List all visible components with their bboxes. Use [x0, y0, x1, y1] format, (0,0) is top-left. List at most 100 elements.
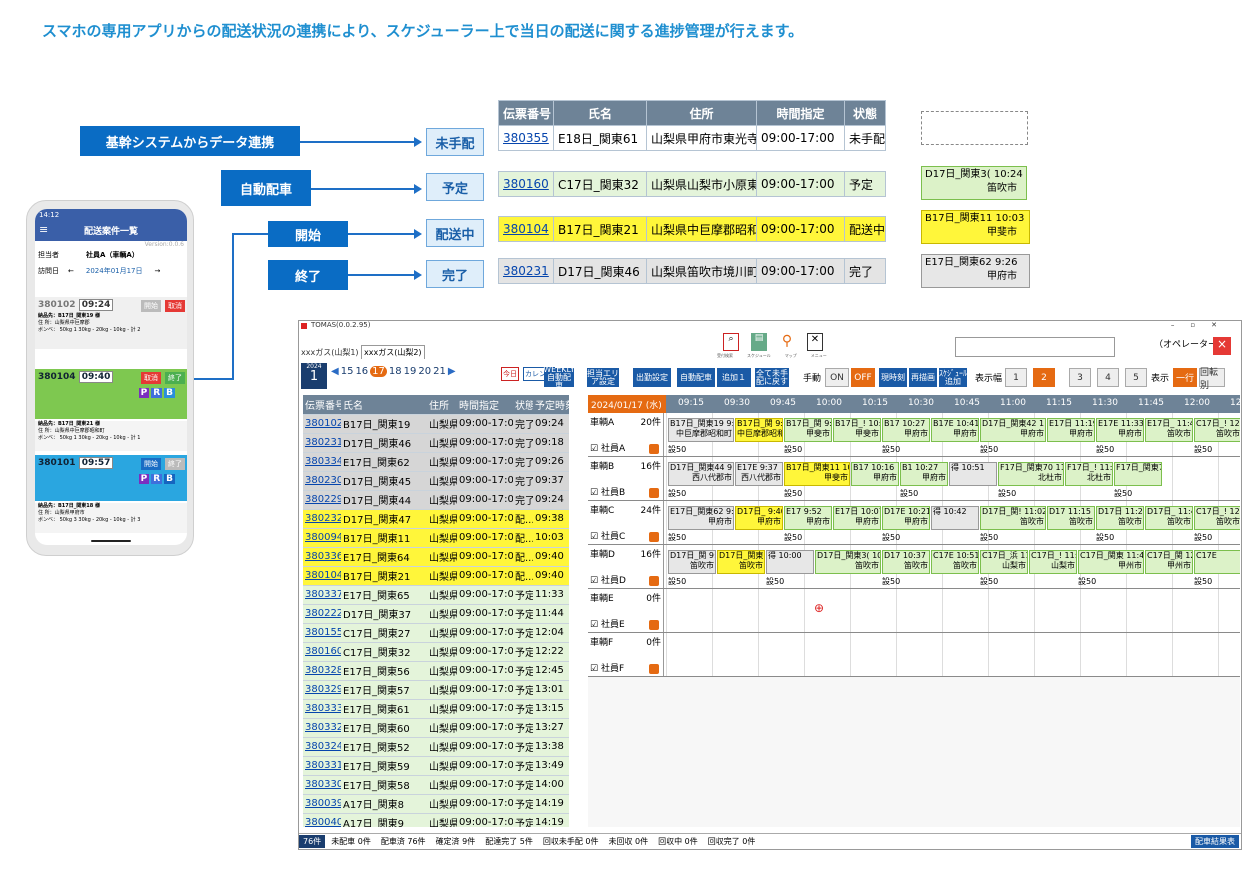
cell-slip[interactable]: 380230 — [303, 471, 341, 491]
cell-slip[interactable]: 380231 — [303, 433, 341, 453]
cell-slip[interactable]: 380331 — [303, 756, 341, 776]
cell-slip[interactable]: 380333 — [303, 699, 341, 719]
cancel-button[interactable]: 取消 — [165, 300, 185, 312]
cancel-button[interactable]: 取消 — [141, 372, 161, 384]
slip-link[interactable]: 380333 — [305, 703, 341, 714]
close-button[interactable]: × — [1213, 337, 1231, 355]
cell-slip[interactable]: 380337 — [303, 585, 341, 605]
schedule-block[interactable]: C17日_! 11:26山梨市 — [1029, 550, 1077, 574]
list-col[interactable]: 状態 — [513, 395, 533, 415]
slip-link[interactable]: 380328 — [305, 665, 341, 676]
search-input[interactable] — [955, 337, 1115, 357]
staff-checkbox[interactable]: ☑ 社員B — [590, 485, 625, 498]
table-row[interactable]: 380329E17日_関東57山梨県09:00-17:00予定13:01 — [303, 680, 569, 700]
table-row[interactable]: 380039A17日_関東8山梨県09:00-17:00予定14:19 — [303, 794, 569, 814]
schedule-block[interactable]: B17 10:16 甲府市 — [851, 462, 899, 486]
end-button[interactable]: 終了 — [165, 372, 185, 384]
schedule-block[interactable]: D17日_関! 11:02 笛吹市 — [980, 506, 1046, 530]
slip-link[interactable]: 380160 — [503, 177, 549, 191]
auto-dispatch-button[interactable]: 自動配車 — [677, 368, 715, 387]
schedule-block[interactable]: D17日 11:28 笛吹市 — [1096, 506, 1144, 530]
checkbox-icon[interactable]: ☑ — [590, 488, 601, 498]
list-col[interactable]: 予定時刻 — [533, 395, 569, 415]
rotate-button[interactable]: 回転別 — [1199, 368, 1225, 391]
tab-2[interactable]: xxxガス(山梨2) — [361, 345, 425, 359]
area-setting-button[interactable]: 担当エリア設定 — [587, 368, 619, 387]
schedule-block[interactable]: D17日_関 9:18笛吹市 — [668, 550, 716, 574]
checkbox-icon[interactable]: ☑ — [590, 664, 601, 674]
width-2[interactable]: 2 — [1033, 368, 1055, 387]
schedule-block[interactable]: F17日_関東7 — [1114, 462, 1162, 486]
slip-link[interactable]: 380160 — [305, 646, 341, 657]
slip-link[interactable]: 380104 — [305, 570, 341, 581]
slip-link[interactable]: 380337 — [305, 589, 341, 600]
slip-link[interactable]: 380104 — [503, 222, 549, 236]
table-row[interactable]: 380102B17日_関東19山梨県09:00-17:00完了09:24 — [303, 414, 569, 434]
day[interactable]: 19 — [404, 366, 417, 377]
schedule-block[interactable]: E17 9:52 甲府市 — [784, 506, 832, 530]
slip-link[interactable]: 380094 — [305, 532, 341, 543]
table-row[interactable]: 380160C17日_関東32山梨県09:00-17:00予定12:22 — [303, 642, 569, 662]
schedule-block[interactable]: E17日 10:07 甲府市 — [833, 506, 881, 530]
slip-link[interactable]: 380331 — [305, 760, 341, 771]
schedule-block[interactable]: D17日_関東42 11:07甲府市 — [980, 418, 1046, 442]
today-button[interactable]: 今日 — [501, 367, 519, 381]
cell-slip[interactable]: 380334 — [303, 452, 341, 472]
schedule-block[interactable]: F17日_関東70 11:40北杜市 — [998, 462, 1064, 486]
day[interactable]: 16 — [355, 366, 368, 377]
slip-link[interactable]: 380330 — [305, 779, 341, 790]
schedule-block[interactable]: E17日 11:19 甲府市 — [1047, 418, 1095, 442]
slip-link[interactable]: 380155 — [305, 627, 341, 638]
next-day-icon[interactable]: → — [155, 267, 161, 275]
schedule-block[interactable]: E17日_関東62 9:26甲府市 — [668, 506, 734, 530]
cell-slip[interactable]: 380232 — [303, 509, 341, 529]
end-button[interactable]: 終了 — [165, 458, 185, 470]
cell-slip[interactable]: 380094 — [303, 528, 341, 548]
cell-slip[interactable]: 380324 — [303, 737, 341, 757]
location-icon[interactable] — [649, 620, 659, 630]
location-icon[interactable] — [649, 576, 659, 586]
prev-week-icon[interactable]: ◀ — [331, 366, 339, 377]
off-toggle[interactable]: OFF — [851, 368, 875, 387]
schedule-block[interactable]: D17日_ 11:44笛吹市 — [1145, 506, 1193, 530]
table-row[interactable]: 380155C17日_関東27山梨県09:00-17:00予定12:04 — [303, 623, 569, 643]
table-row[interactable]: 380231D17日_関東46山梨県09:00-17:00完了09:18 — [303, 433, 569, 453]
schedule-block[interactable]: B17日_! 10:14甲斐市 — [833, 418, 881, 442]
location-icon[interactable] — [649, 488, 659, 498]
schedule-block[interactable]: E17E 11:33 甲府市 — [1096, 418, 1144, 442]
schedule-block[interactable]: F17日_! 11:57北杜市 — [1065, 462, 1113, 486]
day[interactable]: 15 — [341, 366, 354, 377]
schedule-block[interactable]: C17日_! 12:04笛吹市 — [1194, 506, 1240, 530]
start-button[interactable]: 開始 — [141, 458, 161, 470]
table-row[interactable]: 380331E17日_関東59山梨県09:00-17:00予定13:49 — [303, 756, 569, 776]
cell-slip[interactable]: 380336 — [303, 547, 341, 567]
slip-link[interactable]: 380229 — [305, 494, 341, 505]
phone-item-3[interactable]: 380101 09:57 開始 終了 PRB — [35, 455, 187, 501]
date-value[interactable]: 2024年01月17日 — [86, 266, 143, 276]
slip-link[interactable]: 380336 — [305, 551, 341, 562]
table-row[interactable]: 380222D17日_関東37山梨県09:00-17:00予定11:44 — [303, 604, 569, 624]
staff-checkbox[interactable]: ☑ 社員A — [590, 441, 625, 454]
schedule-block[interactable]: B17日_関 9:40中巨摩郡昭和 — [735, 418, 783, 442]
cell-slip[interactable]: 380104 — [303, 566, 341, 586]
schedule-block[interactable]: B17日_関東11 10:03甲斐市 — [784, 462, 850, 486]
schedule-block[interactable]: D17日_関東44 9:24西八代郡市 — [668, 462, 734, 486]
slip-link[interactable]: 380231 — [305, 437, 341, 448]
schedule-block[interactable]: C17日_浜 11:09山梨市 — [980, 550, 1028, 574]
checkbox-icon[interactable]: ☑ — [590, 532, 601, 542]
list-col[interactable]: 時間指定 — [457, 395, 513, 415]
schedule-block[interactable]: D17E 10:21 甲府市 — [882, 506, 930, 530]
slip-link[interactable]: 380332 — [305, 722, 341, 733]
prev-day-icon[interactable]: ← — [68, 267, 74, 275]
staff-checkbox[interactable]: ☑ 社員C — [590, 529, 625, 542]
dispatch-result-button[interactable]: 配車結果表 — [1191, 835, 1239, 848]
slip-link[interactable]: 380231 — [503, 264, 549, 278]
schedule-block[interactable]: B17日_関 9:57甲斐市 — [784, 418, 832, 442]
on-toggle[interactable]: ON — [825, 368, 849, 387]
table-row[interactable]: 380229D17日_関東44山梨県09:00-17:00完了09:24 — [303, 490, 569, 510]
list-col[interactable]: 住所 — [427, 395, 457, 415]
slip-link[interactable]: 380040 — [305, 817, 341, 827]
schedule-block[interactable]: D17 11:15 笛吹市 — [1047, 506, 1095, 530]
table-row[interactable]: 380324E17日_関東52山梨県09:00-17:00予定13:38 — [303, 737, 569, 757]
cell-slip[interactable]: 380155 — [303, 623, 341, 643]
